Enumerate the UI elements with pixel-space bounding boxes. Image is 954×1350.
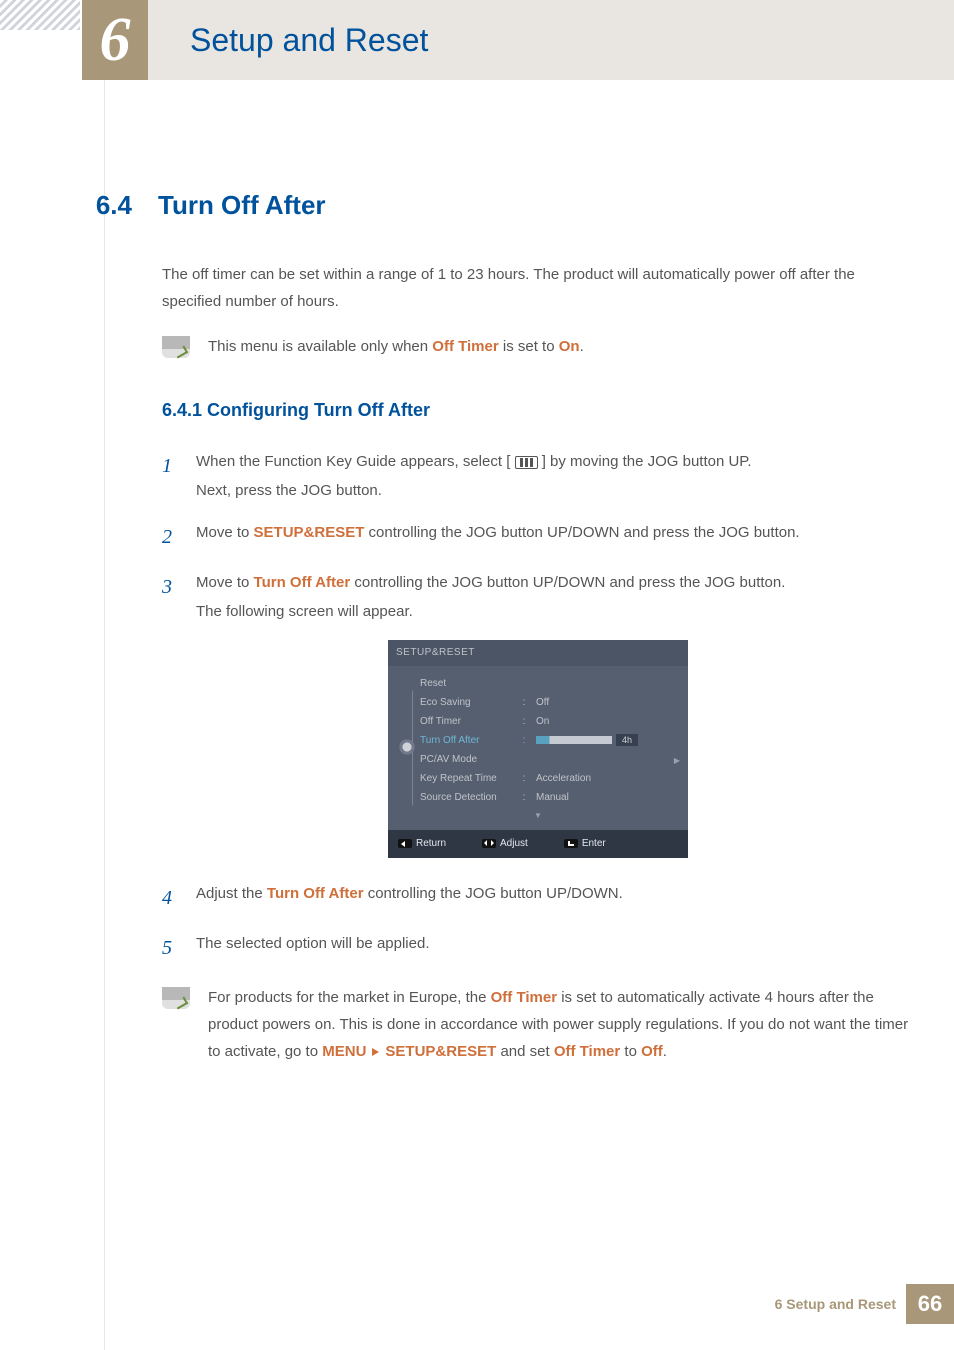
osd-row-turnoffafter: Turn Off After:4h bbox=[400, 731, 676, 750]
step-3: 3 Move to Turn Off After controlling the… bbox=[162, 569, 914, 626]
subsection-title: 6.4.1 Configuring Turn Off After bbox=[162, 394, 914, 426]
osd-footer: Return Adjust Enter bbox=[388, 830, 688, 858]
section-body: The off timer can be set within a range … bbox=[162, 261, 914, 1065]
section-number: 6.4 bbox=[82, 190, 132, 221]
step-1: 1 When the Function Key Guide appears, s… bbox=[162, 448, 914, 505]
osd-slider bbox=[536, 736, 612, 744]
enter-icon bbox=[564, 839, 578, 848]
header-stripes bbox=[0, 0, 80, 30]
steps-list: 1 When the Function Key Guide appears, s… bbox=[162, 448, 914, 626]
osd-body: Reset Eco Saving:Off Off Timer:On Turn O… bbox=[388, 666, 688, 829]
osd-screenshot: SETUP&RESET Reset Eco Saving:Off Off Tim… bbox=[388, 640, 688, 857]
section-title: Turn Off After bbox=[158, 190, 326, 221]
osd-row-pcav: PC/AV Mode▶ bbox=[400, 750, 676, 769]
footer-page: 66 bbox=[906, 1284, 954, 1324]
osd-row-reset: Reset bbox=[400, 674, 676, 693]
return-icon bbox=[398, 839, 412, 848]
chevron-down-icon: ▼ bbox=[400, 807, 676, 829]
arrow-right-icon bbox=[372, 1048, 379, 1056]
osd-row-eco: Eco Saving:Off bbox=[400, 693, 676, 712]
steps-list-2: 4 Adjust the Turn Off After controlling … bbox=[162, 880, 914, 966]
note-europe: For products for the market in Europe, t… bbox=[162, 984, 914, 1065]
page-footer: 6 Setup and Reset 66 bbox=[775, 1284, 954, 1324]
osd-return: Return bbox=[398, 835, 446, 853]
intro-text: The off timer can be set within a range … bbox=[162, 261, 914, 315]
section-heading: 6.4 Turn Off After bbox=[82, 190, 914, 221]
osd-enter: Enter bbox=[564, 835, 606, 853]
chevron-right-icon: ▶ bbox=[674, 754, 680, 768]
chapter-title: Setup and Reset bbox=[190, 22, 428, 59]
osd-row-keyrepeat: Key Repeat Time:Acceleration bbox=[400, 769, 676, 788]
chapter-number: 6 bbox=[100, 6, 131, 74]
chapter-number-box: 6 bbox=[82, 0, 148, 80]
adjust-icon bbox=[482, 839, 496, 848]
step-4: 4 Adjust the Turn Off After controlling … bbox=[162, 880, 914, 916]
note-icon bbox=[162, 987, 190, 1009]
note-europe-text: For products for the market in Europe, t… bbox=[208, 984, 914, 1065]
osd-adjust: Adjust bbox=[482, 835, 528, 853]
footer-chapter: 6 Setup and Reset bbox=[775, 1296, 896, 1312]
note-text: This menu is available only when Off Tim… bbox=[208, 333, 914, 360]
osd-row-source: Source Detection:Manual bbox=[400, 788, 676, 807]
menu-icon bbox=[515, 456, 538, 469]
step-5: 5 The selected option will be applied. bbox=[162, 930, 914, 966]
note-availability: This menu is available only when Off Tim… bbox=[162, 333, 914, 360]
note-icon bbox=[162, 336, 190, 358]
osd-header: SETUP&RESET bbox=[388, 640, 688, 666]
osd-row-offtimer: Off Timer:On bbox=[400, 712, 676, 731]
step-2: 2 Move to SETUP&RESET controlling the JO… bbox=[162, 519, 914, 555]
page-content: 6.4 Turn Off After The off timer can be … bbox=[82, 190, 914, 1083]
